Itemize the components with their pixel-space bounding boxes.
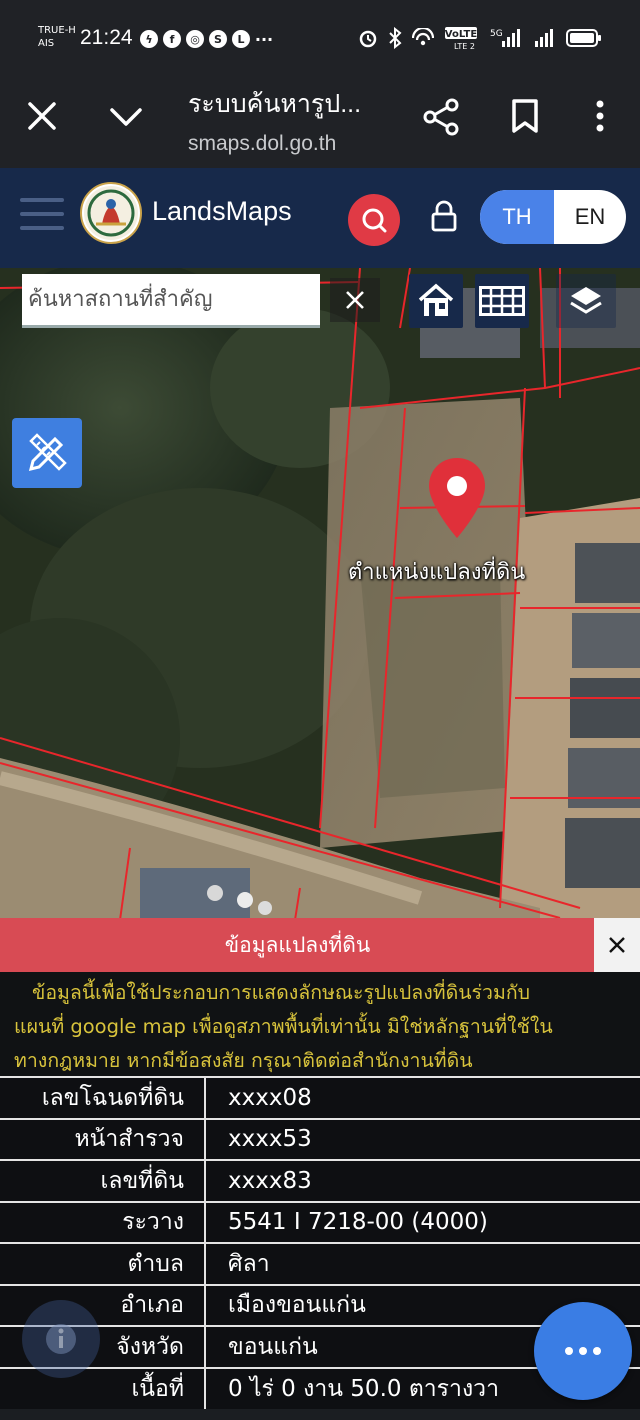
messenger-icon: ϟ (140, 30, 158, 48)
panel-title: ข้อมูลแปลงที่ดิน (224, 933, 371, 957)
map-imagery (0, 268, 640, 920)
panel-close-button[interactable] (594, 918, 640, 972)
home-icon (418, 283, 454, 316)
search-button[interactable] (348, 194, 400, 246)
facebook-icon: f (163, 30, 181, 48)
row-value: 5541 I 7218-00 (4000) (205, 1200, 640, 1243)
notification-icons: ϟ f ◎ S L ··· (140, 29, 274, 49)
pencil-ruler-icon (28, 433, 67, 472)
home-button[interactable] (409, 274, 463, 328)
table-row: ตำบล ศิลา (0, 1242, 640, 1285)
location-pin-icon[interactable] (426, 456, 488, 540)
disclaimer-line: ทางกฎหมาย หากมีข้อสงสัย กรุณาติดต่อสำนัก… (14, 1049, 473, 1072)
signal-5g-icon: 5G (490, 29, 520, 47)
page-url[interactable]: smaps.dol.go.th (188, 132, 336, 156)
disclaimer-line: แผนที่ google map เพื่อดูสภาพพื้นที่เท่า… (14, 1015, 553, 1038)
carrier-top: TRUE-H (38, 25, 76, 36)
row-label: เนื้อที่ (0, 1366, 206, 1409)
row-value: ศิลา (205, 1242, 640, 1285)
chevron-down-icon[interactable] (106, 98, 146, 134)
status-bar: TRUE-H AIS 21:24 ϟ f ◎ S L ··· VoLTE LTE … (0, 0, 640, 78)
info-icon (46, 1324, 76, 1354)
alarm-icon (359, 30, 377, 48)
lock-icon[interactable] (430, 200, 458, 232)
close-icon (346, 291, 364, 309)
draw-measure-button[interactable] (12, 418, 82, 488)
browser-toolbar: ระบบค้นหารูป... smaps.dol.go.th (0, 78, 640, 168)
wifi-icon (412, 28, 434, 46)
layers-button[interactable] (556, 274, 616, 328)
place-search-field[interactable] (22, 274, 320, 328)
row-label: เลขที่ดิน (0, 1159, 206, 1202)
row-value: xxxx08 (205, 1076, 640, 1119)
lang-en-button[interactable]: EN (554, 190, 626, 244)
clock: 21:24 (80, 26, 133, 49)
bookmark-icon[interactable] (508, 98, 542, 134)
more-notifications-icon: ··· (254, 29, 274, 49)
row-label: เลขโฉนดที่ดิน (0, 1076, 206, 1119)
row-label: ระวาง (0, 1200, 206, 1243)
dol-logo (80, 182, 142, 244)
lang-th-button[interactable]: TH (480, 190, 554, 244)
pin-label: ตำแหน่งแปลงที่ดิน (348, 560, 526, 585)
system-icons: VoLTE LTE 2 5G (358, 26, 602, 50)
close-tab-icon[interactable] (24, 98, 60, 134)
grid-icon (479, 286, 525, 316)
grid-index-button[interactable] (475, 274, 529, 328)
share-icon[interactable] (422, 98, 460, 136)
satellite-map[interactable]: ตำแหน่งแปลงที่ดิน (0, 268, 640, 920)
disclaimer-text: ข้อมูลนี้เพื่อใช้ประกอบการแสดงลักษณะรูปแ… (0, 972, 640, 1076)
app-header: LandsMaps TH EN (0, 168, 640, 268)
clear-search-button[interactable] (330, 278, 380, 322)
battery-icon (566, 29, 601, 47)
disclaimer-line: ข้อมูลนี้เพื่อใช้ประกอบการแสดงลักษณะรูปแ… (32, 981, 531, 1004)
line-icon: L (232, 30, 250, 48)
instagram-icon: ◎ (186, 30, 204, 48)
svg-text:VoLTE: VoLTE (445, 29, 478, 40)
more-horiz-icon (565, 1347, 601, 1355)
table-row: เลขโฉนดที่ดิน xxxx08 (0, 1076, 640, 1119)
hamburger-menu-icon[interactable] (20, 198, 64, 232)
row-value: xxxx83 (205, 1159, 640, 1202)
svg-text:5G: 5G (490, 29, 503, 39)
panel-header: ข้อมูลแปลงที่ดิน (0, 918, 640, 972)
table-row: เลขที่ดิน xxxx83 (0, 1159, 640, 1202)
layers-icon (570, 287, 602, 314)
table-row: ระวาง 5541 I 7218-00 (4000) (0, 1200, 640, 1243)
bluetooth-icon (389, 27, 402, 49)
volte-icon: VoLTE LTE 2 (445, 27, 478, 50)
place-search-input[interactable] (22, 274, 320, 325)
more-options-button[interactable] (534, 1302, 632, 1400)
info-button[interactable] (22, 1300, 100, 1378)
search-icon (362, 208, 387, 233)
page-title: ระบบค้นหารูป... (188, 90, 362, 118)
table-row: หน้าสำรวจ xxxx53 (0, 1117, 640, 1160)
close-icon (609, 937, 625, 953)
carrier-label: TRUE-H AIS (38, 24, 76, 50)
more-vert-icon[interactable] (588, 98, 612, 134)
svg-text:LTE 2: LTE 2 (454, 42, 475, 50)
row-label: ตำบล (0, 1242, 206, 1285)
shopee-icon: S (209, 30, 227, 48)
brand-name: LandsMaps (152, 196, 292, 226)
row-value: xxxx53 (205, 1117, 640, 1160)
row-label: หน้าสำรวจ (0, 1117, 206, 1160)
carrier-bottom: AIS (38, 38, 55, 49)
signal-icon (535, 29, 553, 47)
language-toggle[interactable]: TH EN (480, 190, 626, 244)
